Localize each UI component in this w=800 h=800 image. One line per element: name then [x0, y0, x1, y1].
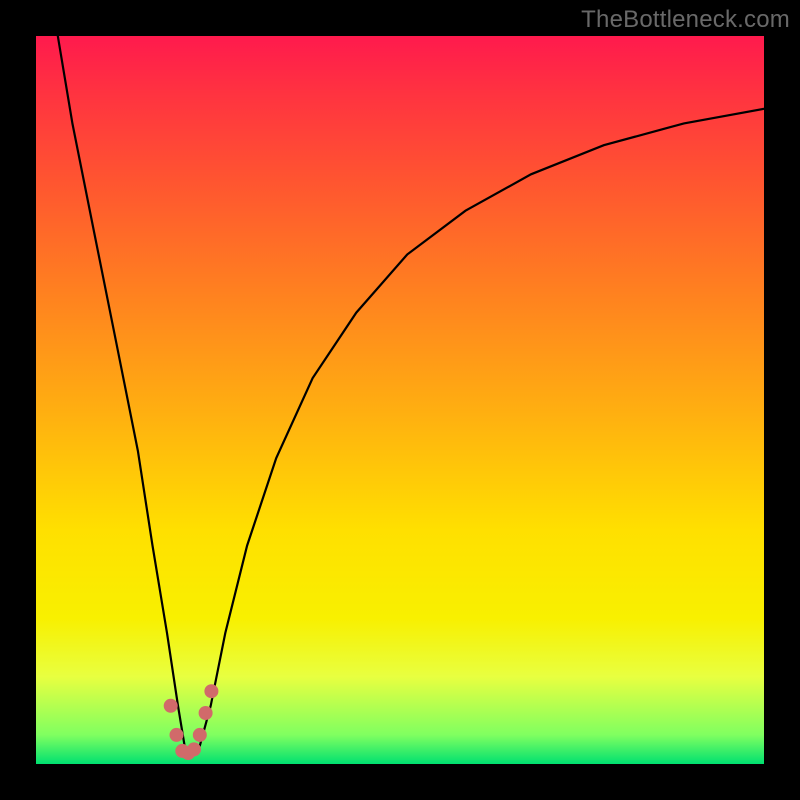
- marker-dot: [187, 742, 201, 756]
- marker-dot: [164, 699, 178, 713]
- marker-dot: [170, 728, 184, 742]
- watermark-text: TheBottleneck.com: [581, 6, 790, 34]
- marker-dot: [199, 706, 213, 720]
- plot-area: [36, 36, 764, 764]
- marker-dot: [193, 728, 207, 742]
- chart-frame: TheBottleneck.com: [0, 0, 800, 800]
- marker-dot: [204, 684, 218, 698]
- chart-svg: [36, 36, 764, 764]
- highlight-markers: [164, 684, 219, 760]
- bottleneck-curve: [58, 36, 764, 753]
